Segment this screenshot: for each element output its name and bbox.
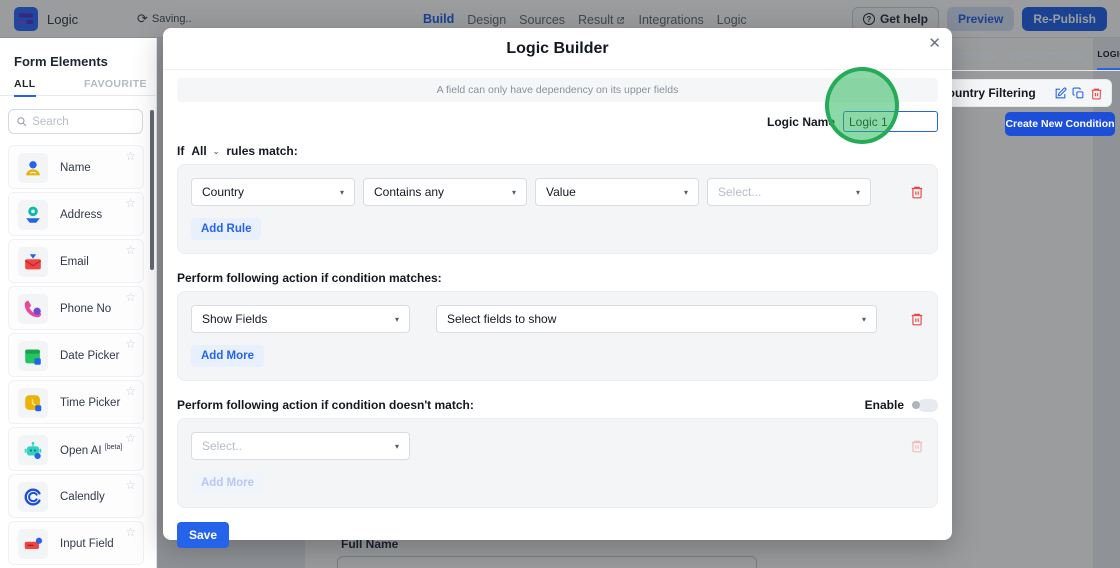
create-new-condition-button[interactable]: Create New Condition (1005, 112, 1115, 136)
rules-match-label: rules match: (226, 144, 298, 158)
add-more-action-button[interactable]: Add More (191, 345, 265, 367)
person-icon (26, 161, 40, 176)
trash-icon (911, 313, 923, 326)
search-input[interactable] (32, 115, 135, 128)
enable-label: Enable (864, 398, 904, 412)
chevron-down-icon: ▾ (683, 187, 688, 197)
favourite-star-icon[interactable]: ☆ (125, 384, 136, 398)
match-action-label: Perform following action if condition ma… (177, 271, 442, 285)
form-elements-sidebar: Form Elements ALL FAVOURITE Name ☆ Addre… (0, 38, 157, 568)
beta-badge: [beta] (104, 444, 123, 451)
element-item-input-field[interactable]: Input Field ☆ (8, 521, 144, 565)
action-fields-select[interactable]: Select fields to show ▾ (436, 305, 877, 333)
sidebar-element-list: Name ☆ Address ☆ Email ☆ Phone No ☆ Date (8, 145, 144, 568)
element-item-open-ai[interactable]: Open AI [beta] ☆ (8, 427, 144, 471)
action-type-select[interactable]: Show Fields ▾ (191, 305, 410, 333)
match-type-select[interactable]: All ⌄ (191, 144, 219, 158)
edit-icon[interactable] (1054, 86, 1067, 100)
trash-icon (911, 186, 923, 199)
rule-value-select[interactable]: Select... ▾ (707, 178, 871, 206)
app-screen: Logic ⟳ Saving.. Build Design Sources Re… (0, 0, 1120, 568)
clock-icon (25, 395, 42, 412)
input-field-icon (24, 537, 43, 550)
add-more-no-match-button[interactable]: Add More (191, 472, 265, 494)
element-item-phone-no[interactable]: Phone No ☆ (8, 286, 144, 330)
chevron-down-icon: ▾ (855, 187, 860, 197)
delete-icon[interactable] (1090, 87, 1103, 100)
match-action-container: Show Fields ▾ Select fields to show ▾ Ad… (177, 291, 938, 381)
chevron-down-icon: ▾ (511, 187, 516, 197)
element-item-name[interactable]: Name ☆ (8, 145, 144, 189)
tab-logic-settings[interactable]: LOGIC (1097, 49, 1120, 70)
logic-name-input[interactable] (843, 111, 938, 132)
tab-form-settings[interactable]: FORM SETTINGS (1010, 51, 1084, 70)
sidebar-tab-favourite[interactable]: FAVOURITE (84, 78, 147, 95)
calendar-icon (25, 349, 41, 365)
add-rule-button[interactable]: Add Rule (191, 218, 262, 240)
envelope-icon (24, 254, 42, 270)
rule-value-type-select[interactable]: Value ▾ (535, 178, 699, 206)
calendly-icon (24, 488, 41, 506)
trash-icon (911, 440, 923, 453)
phone-icon (24, 300, 42, 318)
no-match-action-select[interactable]: Select.. ▾ (191, 432, 410, 460)
rule-operator-select[interactable]: Contains any ▾ (363, 178, 527, 206)
rule-field-select[interactable]: Country ▾ (191, 178, 355, 206)
condition-match-row: If All ⌄ rules match: (177, 144, 938, 158)
modal-title: Logic Builder (506, 40, 609, 57)
element-item-address[interactable]: Address ☆ (8, 192, 144, 236)
sidebar-title: Form Elements (14, 54, 108, 69)
condition-name: Country Filtering (939, 86, 1036, 100)
element-item-time-picker[interactable]: Time Picker ☆ (8, 380, 144, 424)
chevron-down-icon: ▾ (861, 314, 866, 324)
if-label: If (177, 144, 185, 158)
delete-no-match-action-button[interactable] (910, 439, 924, 453)
chevron-down-icon: ▾ (394, 314, 399, 324)
sidebar-tabs: ALL FAVOURITE (0, 78, 157, 97)
close-icon[interactable]: ✕ (928, 34, 941, 52)
element-item-email[interactable]: Email ☆ (8, 239, 144, 283)
logic-name-label: Logic Name (766, 114, 835, 129)
location-pin-icon (26, 206, 40, 223)
favourite-star-icon[interactable]: ☆ (125, 431, 136, 445)
favourite-star-icon[interactable]: ☆ (125, 290, 136, 304)
favourite-star-icon[interactable]: ☆ (125, 337, 136, 351)
favourite-star-icon[interactable]: ☆ (125, 149, 136, 163)
chevron-down-icon: ▾ (394, 441, 399, 451)
favourite-star-icon[interactable]: ☆ (125, 196, 136, 210)
duplicate-icon[interactable] (1072, 87, 1085, 100)
delete-rule-button[interactable] (910, 185, 924, 199)
logic-builder-modal: ✕ Logic Builder A field can only have de… (163, 28, 952, 548)
dependency-info-banner: A field can only have dependency on its … (177, 78, 938, 102)
delete-action-button[interactable] (910, 312, 924, 326)
element-item-calendly[interactable]: Calendly ☆ (8, 474, 144, 518)
search-icon (17, 117, 27, 127)
save-button[interactable]: Save (177, 522, 230, 548)
chevron-down-icon: ⌄ (212, 146, 220, 156)
enable-toggle[interactable] (912, 398, 938, 412)
element-item-date-picker[interactable]: Date Picker ☆ (8, 333, 144, 377)
favourite-star-icon[interactable]: ☆ (125, 478, 136, 492)
sidebar-search-box (8, 109, 143, 134)
logic-condition-card: Country Filtering (928, 79, 1112, 107)
rules-container: Country ▾ Contains any ▾ Value ▾ Select.… (177, 164, 938, 254)
no-match-action-container: Select.. ▾ Add More (177, 418, 938, 508)
favourite-star-icon[interactable]: ☆ (125, 525, 136, 539)
robot-icon (24, 441, 42, 460)
favourite-star-icon[interactable]: ☆ (125, 243, 136, 257)
sidebar-tab-all[interactable]: ALL (14, 78, 36, 97)
chevron-down-icon: ▾ (339, 187, 344, 197)
no-match-action-label: Perform following action if condition do… (177, 398, 474, 412)
sidebar-scrollbar[interactable] (150, 110, 154, 270)
